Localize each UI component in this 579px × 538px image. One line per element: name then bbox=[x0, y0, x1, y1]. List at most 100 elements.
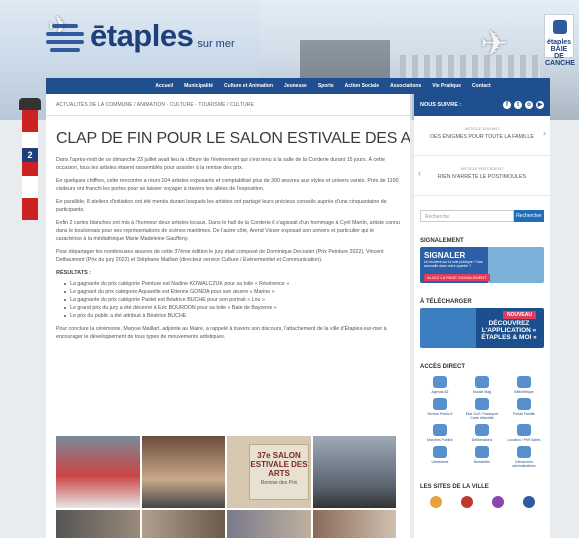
search-button[interactable]: Rechercher bbox=[514, 210, 544, 222]
calendar-icon bbox=[433, 376, 447, 388]
signal-text: Un incident sur la voie publique ? Une a… bbox=[424, 260, 483, 268]
site-logo-icon[interactable] bbox=[522, 496, 535, 508]
chevron-left-icon: ‹ bbox=[418, 168, 421, 178]
direct-link[interactable]: Bibliothèque bbox=[504, 376, 544, 394]
family-icon bbox=[517, 398, 531, 410]
direct-link[interactable]: Agenda 62 bbox=[420, 376, 460, 394]
nav-vie-pratique[interactable]: Vie Pratique bbox=[432, 83, 461, 89]
direct-link[interactable]: État Civil / Passeport Carte d'identité bbox=[462, 398, 502, 420]
app-banner[interactable]: NOUVEAU DÉCOUVREZ L'APPLICATION « ÉTAPLE… bbox=[420, 308, 544, 348]
logo-suffix: sur mer bbox=[197, 38, 235, 50]
gallery-photo[interactable] bbox=[56, 436, 140, 508]
direct-link[interactable]: Portail Famille bbox=[504, 398, 544, 420]
building-icon bbox=[517, 424, 531, 436]
direct-link[interactable]: Marchés Publics bbox=[420, 424, 460, 442]
article-paragraph: Enfin 2 cartes blanches ont mis à l'honn… bbox=[56, 220, 400, 242]
article-paragraph: Dans l'après-midi de ce dimanche 23 juil… bbox=[56, 157, 385, 171]
direct-link[interactable]: Démarches administratives bbox=[504, 446, 544, 468]
search-input[interactable]: Recherche bbox=[420, 210, 514, 222]
city-sites bbox=[420, 496, 544, 508]
page-title: CLAP DE FIN POUR LE SALON ESTIVALE DES A… bbox=[56, 130, 410, 147]
gallery-photo[interactable] bbox=[141, 510, 225, 538]
app-text: DÉCOUVREZ L'APPLICATION « ÉTAPLES & MOI … bbox=[481, 320, 537, 341]
site-logo[interactable]: ētaples sur mer bbox=[46, 18, 235, 54]
id-card-icon bbox=[475, 398, 489, 410]
direct-link[interactable]: Newsletter bbox=[462, 446, 502, 468]
document-icon bbox=[475, 424, 489, 436]
forms-icon bbox=[517, 446, 531, 458]
direct-access-heading: ACCÈS DIRECT bbox=[420, 364, 466, 370]
article-paragraph: Pour conclure la cérémonie, Maryse Maill… bbox=[56, 326, 387, 340]
social-links: f t o ▶ bbox=[503, 101, 544, 109]
nav-jeunesse[interactable]: Jeunesse bbox=[284, 83, 307, 89]
next-article-kicker: ARTICLE SUIVANT bbox=[464, 126, 500, 131]
previous-article[interactable]: ARTICLE PRÉCÉDENT RIEN N'ARRÊTE LE POSTI… bbox=[414, 156, 550, 196]
article-main: Actualités de la commune / Animation - C… bbox=[46, 94, 410, 538]
direct-link[interactable]: Service Public.fr bbox=[420, 398, 460, 420]
main-navigation: Accueil Municipalité Culture et Animatio… bbox=[46, 78, 550, 94]
magazine-icon bbox=[475, 376, 489, 388]
search-form: Recherche Rechercher bbox=[420, 210, 544, 222]
poster-line: Remise des Prix bbox=[260, 480, 298, 486]
twitter-icon[interactable]: t bbox=[514, 101, 522, 109]
gallery-photo[interactable] bbox=[141, 436, 225, 508]
next-article-title: DES ÉNIGMES POUR TOUTE LA FAMILLE bbox=[430, 134, 534, 140]
gallery-photo[interactable] bbox=[312, 510, 396, 538]
nav-accueil[interactable]: Accueil bbox=[155, 83, 173, 89]
instagram-icon[interactable]: o bbox=[525, 101, 533, 109]
signal-cta: ALLEZ LA PAGE SIGNALEMENT bbox=[424, 274, 490, 281]
result-item: La gagnante du prix catégorie Peinture e… bbox=[64, 280, 400, 288]
baie-de-canche-badge[interactable]: étaples BAIE DE CANCHE bbox=[544, 14, 575, 67]
urbanism-icon bbox=[433, 446, 447, 458]
youtube-icon[interactable]: ▶ bbox=[536, 101, 544, 109]
gallery-photo[interactable]: 37e SALON ESTIVALE DES ARTS Remise des P… bbox=[227, 436, 311, 508]
breadcrumb[interactable]: Actualités de la commune / Animation - C… bbox=[46, 94, 410, 116]
follow-bar: NOUS SUIVRE : f t o ▶ bbox=[414, 94, 550, 116]
article-paragraph: En parallèle, 8 ateliers d'initiation on… bbox=[56, 199, 387, 213]
site-logo-icon[interactable] bbox=[460, 496, 473, 508]
result-item: Le prix du public a été attribué à Béatr… bbox=[64, 312, 400, 320]
direct-link[interactable]: Location / Prêt Salles bbox=[504, 424, 544, 442]
article-paragraph: En quelques chiffres, cette rencontre a … bbox=[56, 178, 399, 192]
seagull-icon: ✈ bbox=[480, 25, 509, 63]
article-paragraph: Pour départager les nombreuses œuvres de… bbox=[56, 249, 384, 263]
site-logo-icon[interactable] bbox=[429, 496, 442, 508]
public-service-icon bbox=[433, 398, 447, 410]
salon-poster: 37e SALON ESTIVALE DES ARTS Remise des P… bbox=[249, 444, 309, 500]
logo-name: ētaples bbox=[90, 18, 194, 53]
book-icon bbox=[517, 376, 531, 388]
results-list: La gagnante du prix catégorie Peinture e… bbox=[64, 280, 400, 320]
next-article[interactable]: ARTICLE SUIVANT DES ÉNIGMES POUR TOUTE L… bbox=[414, 116, 550, 156]
direct-link[interactable]: Escale Mag bbox=[462, 376, 502, 394]
app-new-badge: NOUVEAU bbox=[502, 311, 536, 319]
nav-associations[interactable]: Associations bbox=[390, 83, 421, 89]
lighthouse-number: 2 bbox=[22, 148, 38, 162]
signalement-banner[interactable]: SIGNALER Un incident sur la voie publiqu… bbox=[420, 247, 544, 283]
follow-label: NOUS SUIVRE : bbox=[420, 102, 462, 108]
gallery-photo[interactable] bbox=[312, 436, 396, 508]
nav-sports[interactable]: Sports bbox=[318, 83, 334, 89]
market-icon bbox=[433, 424, 447, 436]
nav-municipalite[interactable]: Municipalité bbox=[184, 83, 213, 89]
signal-title: SIGNALER bbox=[424, 251, 466, 260]
result-item: La gagnante du prix catégorie Pastel est… bbox=[64, 296, 400, 304]
logo-waves-icon bbox=[46, 18, 86, 54]
nav-contact[interactable]: Contact bbox=[472, 83, 491, 89]
poster-line: 37e SALON bbox=[257, 451, 301, 460]
nav-action-sociale[interactable]: Action Sociale bbox=[345, 83, 379, 89]
direct-link[interactable]: Urbanisme bbox=[420, 446, 460, 468]
previous-article-kicker: ARTICLE PRÉCÉDENT bbox=[460, 166, 504, 171]
site-logo-icon[interactable] bbox=[491, 496, 504, 508]
lighthouse-icon bbox=[19, 98, 41, 220]
result-item: Le grand prix du jury a été décerné à Er… bbox=[64, 304, 400, 312]
city-sites-heading: LES SITES DE LA VILLE bbox=[420, 484, 489, 490]
gallery-photo[interactable] bbox=[56, 510, 140, 538]
gallery-photo[interactable] bbox=[227, 510, 311, 538]
facebook-icon[interactable]: f bbox=[503, 101, 511, 109]
photo-gallery: 37e SALON ESTIVALE DES ARTS Remise des P… bbox=[56, 436, 396, 538]
poster-line: ESTIVALE DES ARTS bbox=[250, 460, 308, 478]
newsletter-icon bbox=[475, 446, 489, 458]
direct-link[interactable]: Délibérations bbox=[462, 424, 502, 442]
chevron-right-icon: › bbox=[543, 128, 546, 138]
nav-culture[interactable]: Culture et Animation bbox=[224, 83, 273, 89]
